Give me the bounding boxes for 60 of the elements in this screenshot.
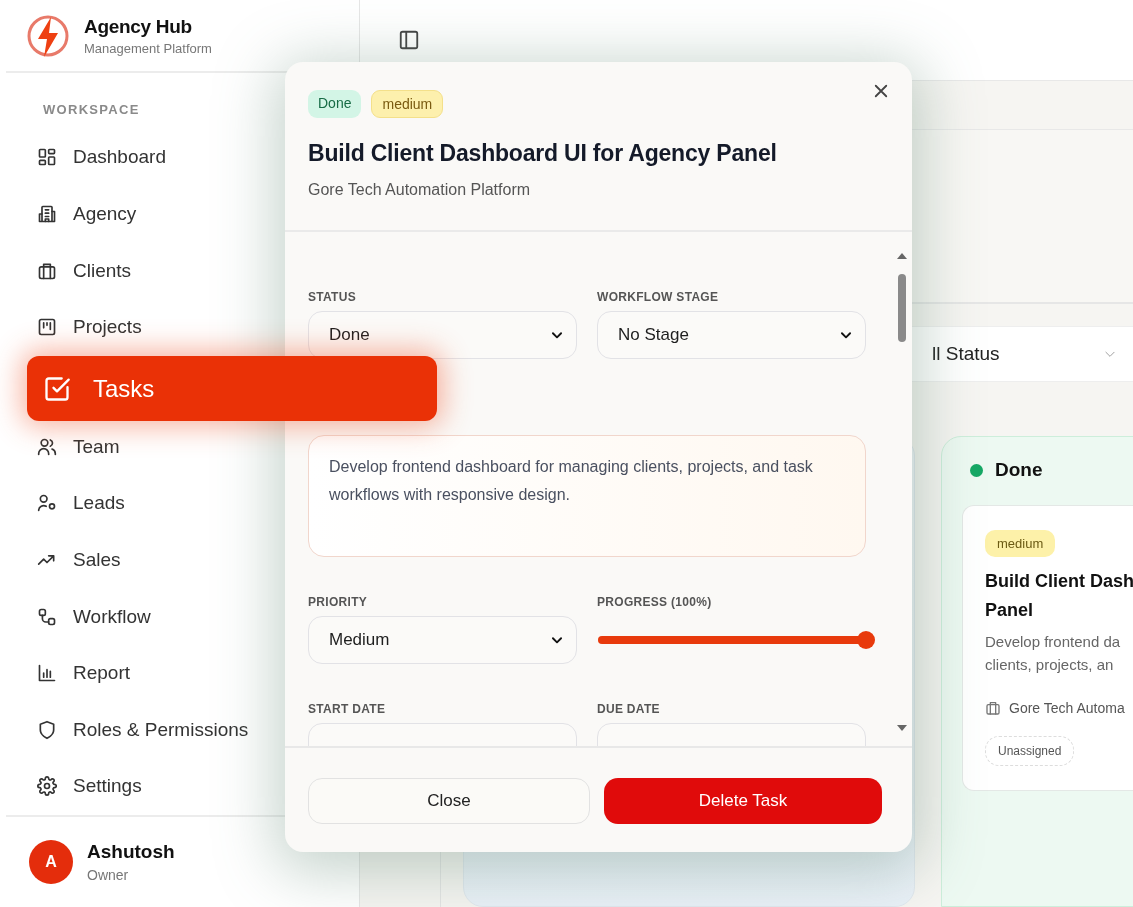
progress-slider[interactable] xyxy=(597,631,875,649)
client-name: Gore Tech Automa xyxy=(1009,700,1125,716)
user-role: Owner xyxy=(87,866,130,883)
card-description: clients, projects, an xyxy=(985,655,1115,675)
section-heading: WORKSPACE xyxy=(43,102,140,118)
people-icon xyxy=(37,436,57,457)
close-icon[interactable] xyxy=(872,82,890,100)
sidebar-item[interactable]: Tasks xyxy=(27,356,437,422)
sidebar-item[interactable]: Agency xyxy=(0,185,143,243)
person-icon xyxy=(37,493,57,514)
modal-subtitle: Gore Tech Automation Platform xyxy=(308,181,532,199)
sidebar-item[interactable]: Workflow xyxy=(0,588,157,645)
column-title: Done xyxy=(995,459,1043,481)
priority-badge: medium xyxy=(371,90,444,118)
briefcase-icon xyxy=(985,700,1001,716)
status-badge: Done xyxy=(308,90,362,118)
card-title: Panel xyxy=(985,599,1035,622)
building-icon xyxy=(37,203,57,224)
scroll-up-icon[interactable] xyxy=(896,252,908,260)
grid-icon xyxy=(37,147,57,168)
field-label: PROGRESS (100%) xyxy=(597,595,713,609)
sidebar-item[interactable]: Clients xyxy=(0,242,138,299)
sidebar-item[interactable]: Report xyxy=(0,644,137,702)
flow-icon xyxy=(37,606,57,627)
status-select[interactable]: Done xyxy=(308,311,577,359)
sidebar-toggle-icon[interactable] xyxy=(398,29,420,51)
sidebar-item[interactable]: Sales xyxy=(0,531,127,589)
scrollbar-thumb[interactable] xyxy=(898,274,906,342)
bar-chart-icon xyxy=(37,663,57,684)
sidebar-item[interactable]: Projects xyxy=(0,298,148,356)
modal-title: Build Client Dashboard UI for Agency Panel xyxy=(308,140,778,167)
settings-icon xyxy=(37,776,57,797)
field-label: START DATE xyxy=(308,702,387,716)
board-icon xyxy=(37,317,57,338)
task-card[interactable]: medium Build Client Dash Panel Develop frontend da clients, projects, an Gore Tech Automa Unassigned xyxy=(962,505,1133,791)
card-title: Build Client Dash xyxy=(985,570,1133,593)
sidebar-item[interactable]: Roles & Permissions xyxy=(0,701,255,758)
sidebar-item[interactable]: Dashboard xyxy=(0,129,172,186)
brand-name: Agency Hub xyxy=(84,15,193,38)
field-label: PRIORITY xyxy=(308,595,369,609)
field-label: WORKFLOW STAGE xyxy=(597,290,720,304)
description-textarea[interactable]: Develop frontend dashboard for managing clients, projects, and task workflows with responsive design. xyxy=(308,435,866,557)
checkbox-icon xyxy=(43,374,71,403)
card-description: Develop frontend da xyxy=(985,632,1122,652)
close-button[interactable]: Close xyxy=(308,778,590,824)
user-avatar[interactable]: A xyxy=(29,839,73,884)
user-name: Ashutosh xyxy=(87,840,175,863)
priority-badge: medium xyxy=(985,530,1056,557)
brand-tagline: Management Platform xyxy=(84,40,212,56)
workflow-stage-select[interactable]: No Stage xyxy=(597,311,866,359)
shield-icon xyxy=(37,719,57,740)
sidebar-item[interactable]: Leads xyxy=(0,475,131,532)
priority-select[interactable]: Medium xyxy=(308,616,577,664)
field-label: STATUS xyxy=(308,290,358,304)
status-filter-select[interactable]: ll Status xyxy=(922,327,1133,381)
scroll-down-icon[interactable] xyxy=(896,724,908,732)
sidebar-item[interactable]: Settings xyxy=(0,758,148,815)
delete-task-button[interactable]: Delete Task xyxy=(604,778,882,824)
field-label: DUE DATE xyxy=(597,702,661,716)
slider-thumb[interactable] xyxy=(857,631,875,649)
